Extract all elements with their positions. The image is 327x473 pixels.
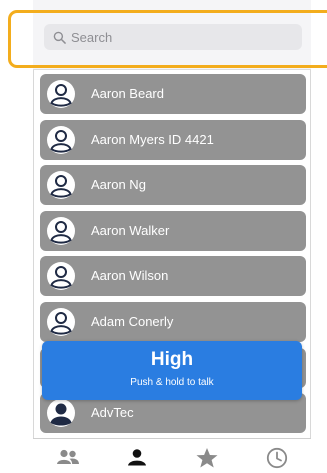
- contact-name: Aaron Myers ID 4421: [91, 131, 214, 147]
- group-icon: [57, 449, 79, 464]
- contact-item[interactable]: Adam Conerly: [40, 301, 306, 342]
- person-icon: [128, 449, 146, 466]
- person-outline-icon: [47, 171, 75, 200]
- person-outline-icon: [47, 80, 75, 108]
- push-to-talk-button[interactable]: High Push & hold to talk: [42, 341, 302, 400]
- contact-item[interactable]: Aaron Walker: [40, 210, 306, 251]
- contact-item[interactable]: Aaron Beard: [40, 74, 306, 114]
- contact-item[interactable]: Aaron Myers ID 4421: [40, 119, 306, 160]
- ptt-level-label: High: [150, 349, 194, 370]
- tab-contacts[interactable]: [124, 446, 150, 470]
- person-outline-icon: [47, 262, 75, 291]
- app-screen: Aaron Beard Aaron Myers ID 4421 Aaron Ng: [0, 0, 327, 473]
- search-input[interactable]: [71, 29, 271, 45]
- contact-item[interactable]: Aaron Ng: [40, 165, 306, 206]
- clock-icon: [266, 447, 288, 469]
- tab-groups[interactable]: [55, 446, 81, 470]
- person-outline-icon: [47, 216, 75, 245]
- search-field[interactable]: [44, 24, 302, 50]
- contact-name: Adam Conerly: [91, 313, 174, 329]
- contact-item[interactable]: Aaron Wilson: [40, 256, 306, 297]
- tab-recents[interactable]: [264, 446, 290, 470]
- contact-name: Aaron Walker: [91, 222, 170, 238]
- contact-name: Aaron Beard: [91, 86, 164, 101]
- contact-name: AdvTec: [91, 405, 134, 421]
- person-outline-icon: [47, 125, 75, 154]
- ptt-hint-label: Push & hold to talk: [130, 377, 214, 388]
- search-icon: [53, 31, 66, 44]
- contact-name: Aaron Wilson: [91, 268, 169, 284]
- person-filled-icon: [47, 399, 75, 428]
- tab-favorites[interactable]: [194, 446, 220, 470]
- tab-bar: [33, 438, 311, 473]
- contact-name: Aaron Ng: [91, 177, 146, 193]
- star-icon: [196, 448, 218, 468]
- person-outline-icon: [47, 307, 75, 336]
